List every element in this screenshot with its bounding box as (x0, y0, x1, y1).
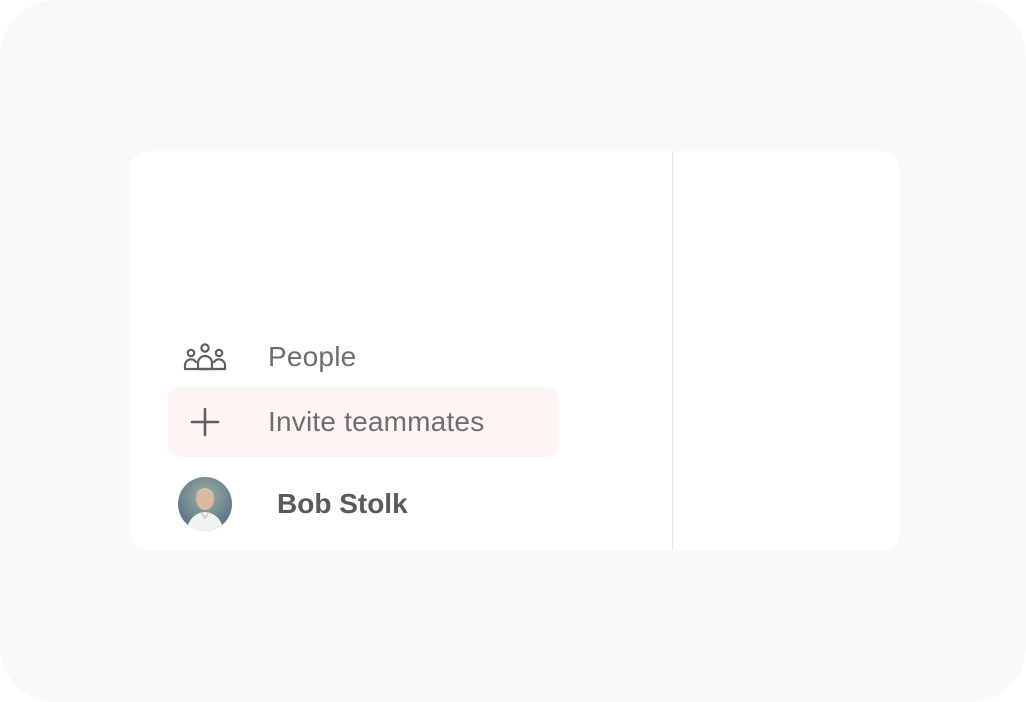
plus-icon (182, 407, 228, 437)
sidebar-item-people[interactable]: People (168, 322, 558, 392)
user-profile[interactable]: Bob Stolk (178, 477, 578, 531)
main-panel: People Invite teammates Bob Stolk (130, 151, 900, 550)
sidebar-item-label: People (268, 341, 357, 372)
invite-teammates-button[interactable]: Invite teammates (168, 387, 558, 457)
user-name: Bob Stolk (277, 488, 408, 519)
avatar (178, 477, 232, 531)
sidebar-item-label: Invite teammates (268, 406, 485, 437)
sidebar: People Invite teammates Bob Stolk (130, 151, 673, 550)
people-icon (182, 343, 228, 371)
app-frame: People Invite teammates Bob Stolk (0, 0, 1026, 702)
